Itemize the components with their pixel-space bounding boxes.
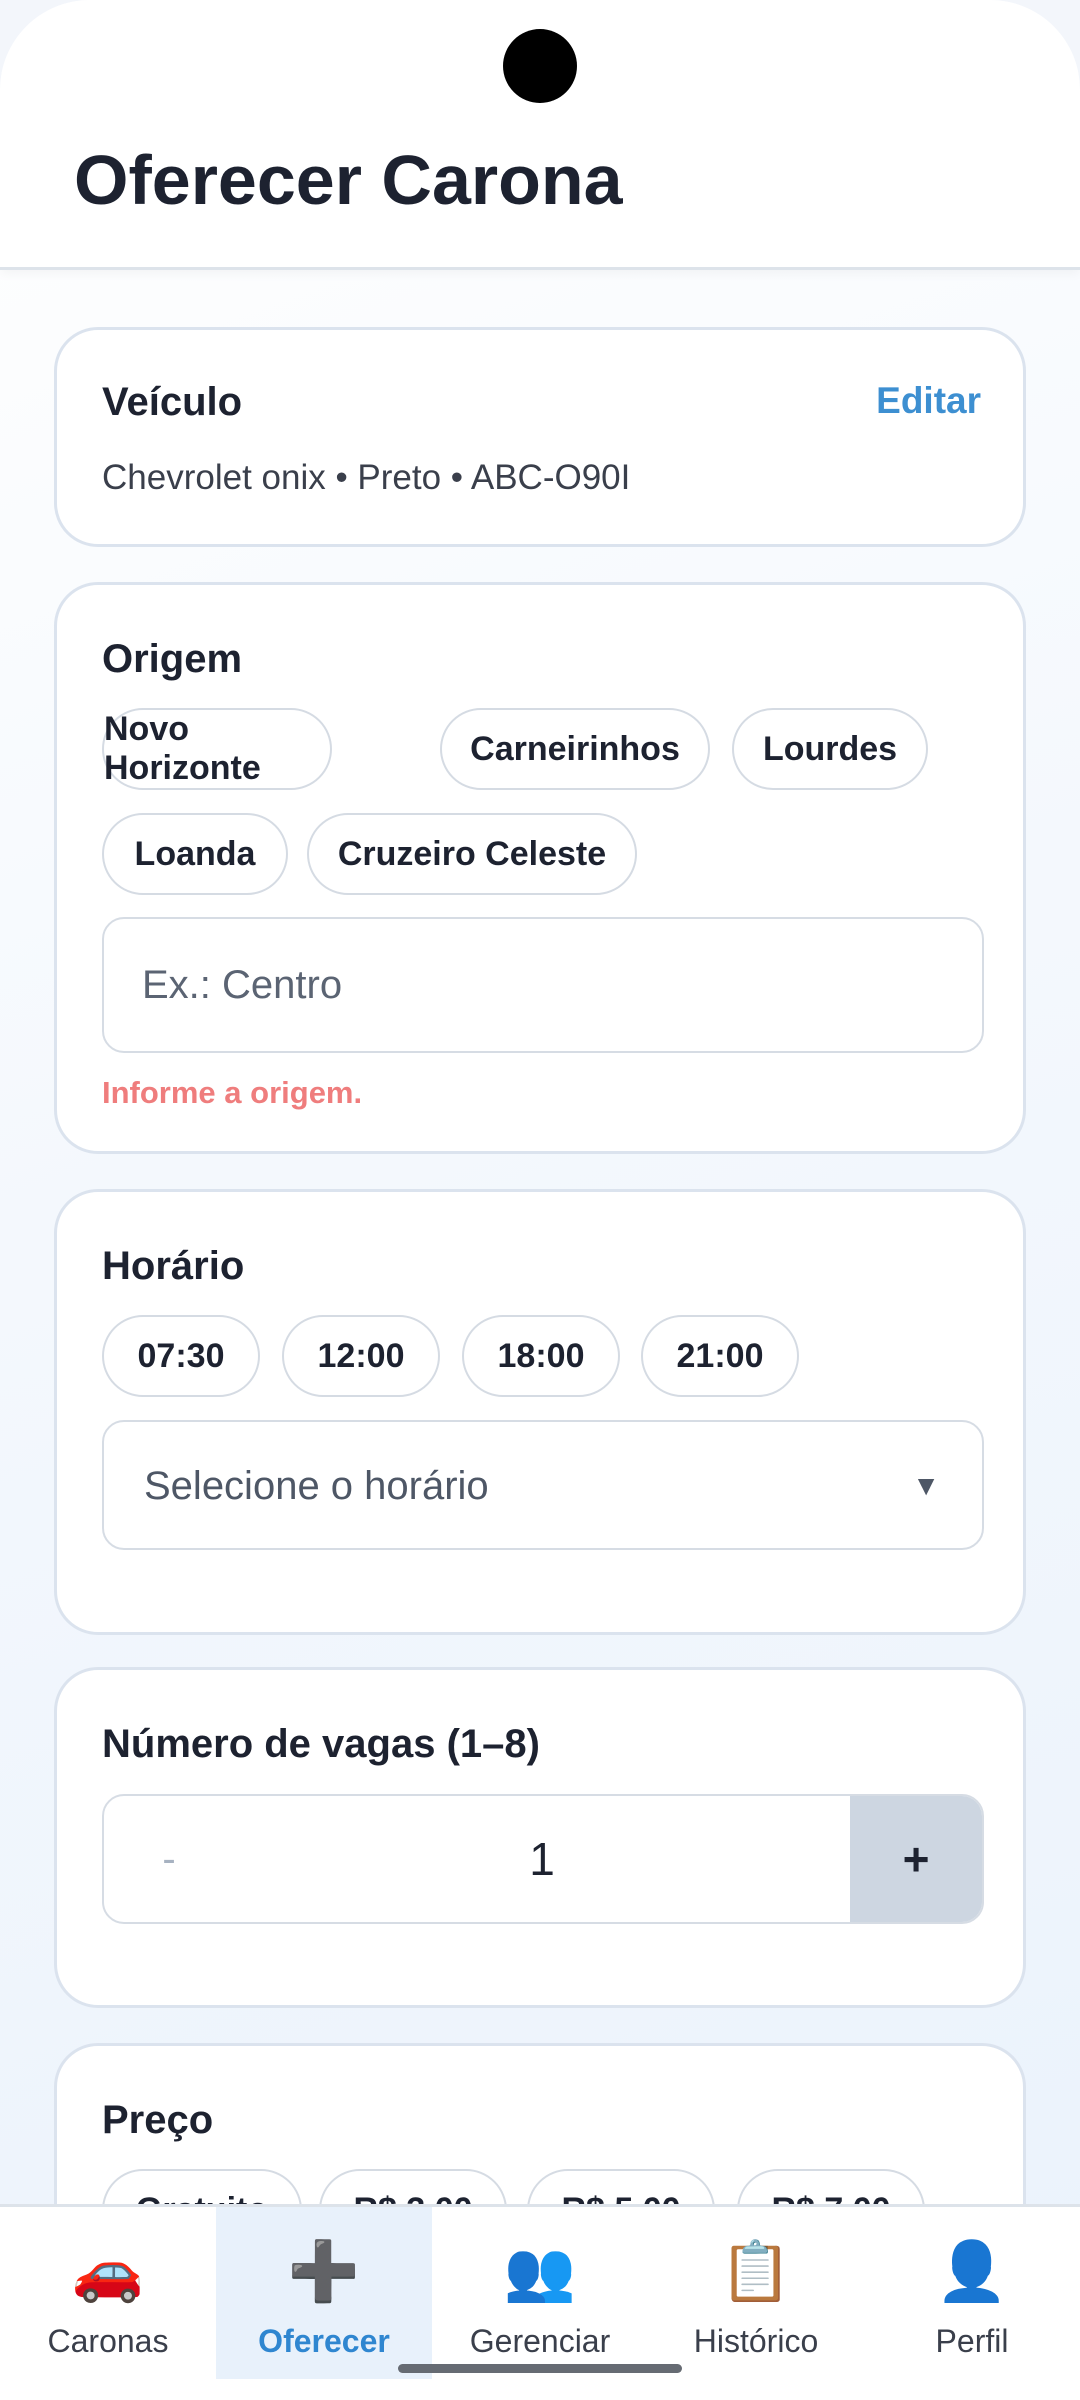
origin-chip[interactable]: Carneirinhos xyxy=(440,708,710,790)
front-camera xyxy=(503,29,577,103)
time-select[interactable]: Selecione o horário ▼ xyxy=(102,1420,984,1550)
time-chip[interactable]: 18:00 xyxy=(462,1315,620,1397)
origin-card: Origem Novo Horizonte Carneirinhos Lourd… xyxy=(54,582,1026,1154)
vehicle-info: Chevrolet onix • Preto • ABC-O90I xyxy=(102,458,631,497)
nav-label: Caronas xyxy=(47,2323,169,2359)
nav-label: Histórico xyxy=(693,2323,819,2359)
seats-card: Número de vagas (1–8) - 1 + xyxy=(54,1667,1026,2008)
plus-icon: ➕ xyxy=(287,2239,361,2304)
vehicle-title: Veículo xyxy=(102,380,243,424)
decrement-button[interactable]: - xyxy=(104,1796,234,1922)
time-chip[interactable]: 07:30 xyxy=(102,1315,260,1397)
time-chip[interactable]: 21:00 xyxy=(641,1315,799,1397)
origin-title: Origem xyxy=(102,637,243,681)
app-screen: Oferecer Carona Veículo Editar Chevrolet… xyxy=(0,0,1080,2400)
nav-item-caronas[interactable]: 🚗 Caronas xyxy=(0,2207,216,2379)
users-icon: 👥 xyxy=(503,2239,577,2304)
increment-button[interactable]: + xyxy=(850,1796,982,1922)
vehicle-card: Veículo Editar Chevrolet onix • Preto • … xyxy=(54,327,1026,547)
time-card: Horário 07:30 12:00 18:00 21:00 Selecion… xyxy=(54,1189,1026,1635)
time-select-placeholder: Selecione o horário xyxy=(144,1464,489,1508)
user-icon: 👤 xyxy=(935,2239,1009,2304)
clipboard-icon: 📋 xyxy=(719,2239,793,2304)
nav-label: Perfil xyxy=(935,2323,1009,2359)
seats-value: 1 xyxy=(529,1833,555,1885)
nav-item-historico[interactable]: 📋 Histórico xyxy=(648,2207,864,2379)
time-chip[interactable]: 12:00 xyxy=(282,1315,440,1397)
origin-error-message: Informe a origem. xyxy=(102,1075,363,1110)
origin-chip[interactable]: Cruzeiro Celeste xyxy=(307,813,637,895)
seats-title: Número de vagas (1–8) xyxy=(102,1722,540,1766)
nav-label: Oferecer xyxy=(258,2323,390,2359)
origin-chip[interactable]: Novo Horizonte xyxy=(102,708,332,790)
origin-input[interactable] xyxy=(102,917,984,1053)
chevron-down-icon: ▼ xyxy=(912,1470,940,1501)
edit-vehicle-link[interactable]: Editar xyxy=(876,380,981,422)
nav-item-gerenciar[interactable]: 👥 Gerenciar xyxy=(432,2207,648,2379)
price-title: Preço xyxy=(102,2098,214,2142)
origin-chip[interactable]: Lourdes xyxy=(732,708,928,790)
page-title: Oferecer Carona xyxy=(74,141,623,219)
car-icon: 🚗 xyxy=(71,2239,145,2304)
nav-item-oferecer[interactable]: ➕ Oferecer xyxy=(216,2207,432,2379)
home-indicator[interactable] xyxy=(398,2364,682,2373)
origin-chip[interactable]: Loanda xyxy=(102,813,288,895)
nav-label: Gerenciar xyxy=(469,2323,611,2359)
nav-item-perfil[interactable]: 👤 Perfil xyxy=(864,2207,1080,2379)
seats-stepper: - 1 + xyxy=(102,1794,984,1924)
time-title: Horário xyxy=(102,1244,245,1288)
